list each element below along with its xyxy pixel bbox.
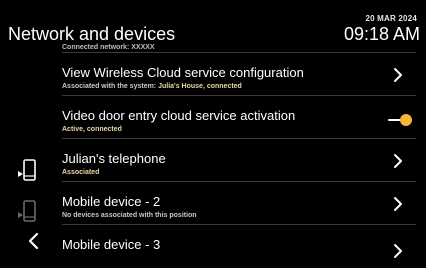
list-item-label: Mobile device - 2 [62, 194, 161, 209]
list-item-label: View Wireless Cloud service configuratio… [62, 65, 304, 80]
chevron-right-icon[interactable] [390, 243, 406, 259]
list-item-wireless-cloud-config[interactable]: View Wireless Cloud service configuratio… [62, 53, 416, 96]
connected-network-subtitle: Connected network: XXXXX [62, 44, 155, 51]
page-title: Network and devices [8, 24, 176, 44]
chevron-right-icon[interactable] [390, 67, 406, 83]
list-item-mobile-device-3[interactable]: Mobile device - 3 [62, 225, 416, 268]
subtitle-prefix: Associated with the system: [62, 83, 159, 90]
chevron-right-icon[interactable] [390, 153, 406, 169]
list-item-subtitle: Active, connected [62, 126, 122, 133]
phone-icon-dim [18, 200, 36, 222]
toggle-switch[interactable] [388, 113, 414, 127]
list-item-julians-telephone[interactable]: Julian's telephone Associated [62, 139, 416, 182]
list-item-video-door-cloud-activation: Video door entry cloud service activatio… [62, 96, 416, 139]
phone-icon [18, 159, 36, 181]
list-item-label: Julian's telephone [62, 151, 166, 166]
time-display: 09:18 AM [343, 24, 420, 44]
header: Network and devices 20 MAR 2024 09:18 AM [0, 0, 426, 50]
chevron-right-icon[interactable] [390, 196, 406, 212]
list-item-mobile-device-2[interactable]: Mobile device - 2 No devices associated … [62, 182, 416, 225]
list-item-subtitle: Associated [62, 169, 100, 176]
list-item-subtitle: No devices associated with this position [62, 212, 197, 219]
back-button[interactable] [26, 232, 40, 250]
date-display: 20 MAR 2024 [365, 14, 417, 23]
list-item-label: Mobile device - 3 [62, 237, 161, 252]
list-item-label: Video door entry cloud service activatio… [62, 108, 296, 123]
list-item-subtitle: Associated with the system: Julia's Hous… [62, 83, 242, 90]
subtitle-value: Julia's House, connected [158, 83, 242, 90]
